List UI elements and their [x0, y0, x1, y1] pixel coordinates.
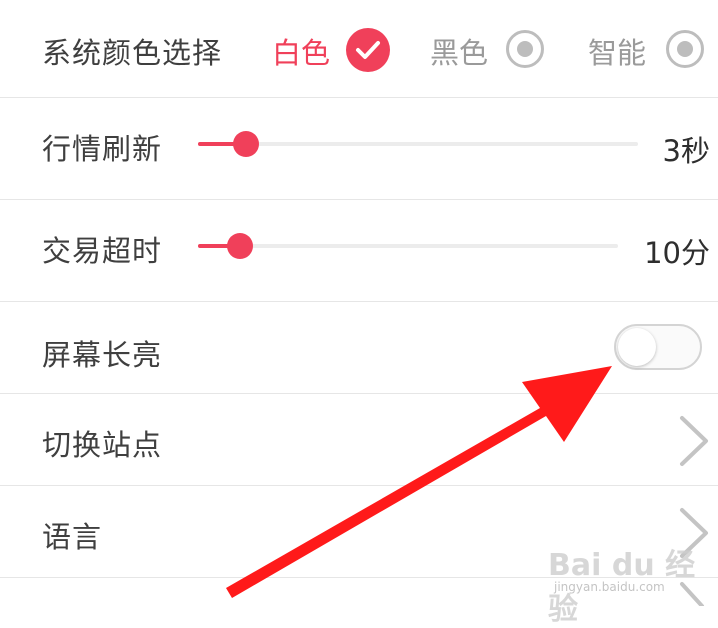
color-theme-label: 系统颜色选择 — [42, 36, 223, 70]
switch-site-label: 切换站点 — [42, 428, 163, 462]
timeout-slider-thumb[interactable] — [227, 233, 253, 259]
timeout-label: 交易超时 — [42, 234, 163, 268]
setting-row-screen-on: 屏幕长亮 — [0, 302, 718, 394]
refresh-slider[interactable] — [198, 131, 638, 157]
setting-row-color-theme: 系统颜色选择 白色 黑色 智能 — [0, 0, 718, 98]
toggle-knob — [618, 328, 656, 366]
language-label: 语言 — [42, 520, 103, 554]
color-option-white[interactable]: 白色 — [272, 26, 392, 74]
check-icon — [346, 28, 390, 72]
refresh-value: 3秒 — [662, 134, 710, 168]
chevron-right-icon — [680, 416, 708, 466]
timeout-value: 10分 — [644, 236, 710, 270]
screen-on-toggle[interactable] — [614, 324, 702, 370]
refresh-slider-thumb[interactable] — [233, 131, 260, 157]
setting-row-timeout: 交易超时 10分 — [0, 200, 718, 302]
radio-icon — [506, 30, 544, 68]
watermark-url: jingyan.baidu.com — [554, 580, 665, 594]
radio-icon — [666, 30, 704, 68]
color-option-smart[interactable]: 智能 — [588, 26, 704, 74]
baidu-watermark: Bai du 经验 jingyan.baidu.com — [548, 540, 716, 627]
color-option-smart-label: 智能 — [588, 36, 647, 70]
color-option-black[interactable]: 黑色 — [430, 26, 546, 74]
color-option-white-label: 白色 — [272, 36, 331, 70]
timeout-slider[interactable] — [198, 233, 618, 259]
screen-on-label: 屏幕长亮 — [42, 338, 163, 372]
setting-row-switch-site[interactable]: 切换站点 — [0, 394, 718, 486]
color-option-black-label: 黑色 — [430, 36, 489, 70]
setting-row-refresh: 行情刷新 3秒 — [0, 98, 718, 200]
refresh-label: 行情刷新 — [42, 132, 163, 166]
